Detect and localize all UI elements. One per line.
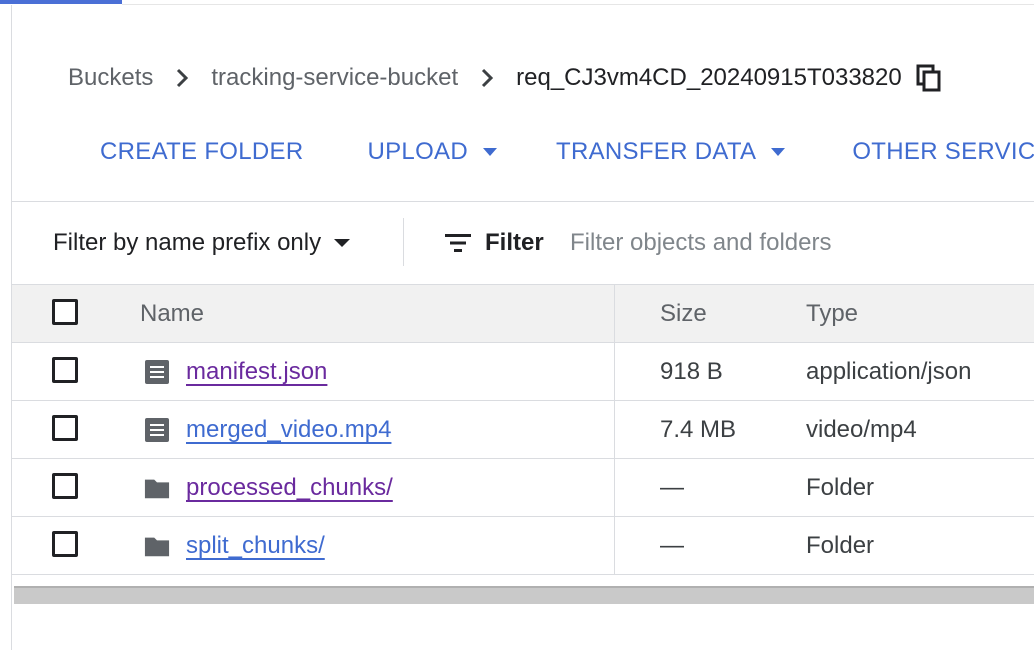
filter-mode-dropdown[interactable]: Filter by name prefix only (53, 224, 351, 262)
file-icon (144, 359, 170, 385)
row-checkbox[interactable] (52, 473, 78, 499)
column-separator (614, 284, 615, 574)
object-link[interactable]: processed_chunks/ (186, 459, 393, 516)
object-type: application/json (806, 357, 972, 385)
object-size: 7.4 MB (660, 415, 737, 443)
column-header-type[interactable]: Type (806, 285, 858, 342)
top-divider (122, 4, 1034, 5)
folder-icon (144, 475, 170, 501)
table-row: split_chunks/ — Folder (12, 517, 1034, 575)
object-size: — (660, 473, 684, 501)
table-row: manifest.json 918 B application/json (12, 343, 1034, 401)
object-size: — (660, 531, 684, 559)
breadcrumb-item-buckets[interactable]: Buckets (68, 64, 153, 92)
filter-list-icon (445, 234, 471, 252)
object-type: video/mp4 (806, 415, 917, 443)
object-link[interactable]: manifest.json (186, 343, 327, 400)
create-folder-button[interactable]: CREATE FOLDER (100, 138, 303, 166)
breadcrumb-item-bucket[interactable]: tracking-service-bucket (211, 64, 458, 92)
filter-objects-input[interactable] (570, 222, 1010, 264)
other-services-button[interactable]: OTHER SERVIC (852, 138, 1034, 166)
objects-table: Name Size Type manifest.json 918 B appli… (12, 284, 1034, 575)
filter-label: Filter (485, 229, 544, 256)
copy-icon[interactable] (916, 64, 942, 92)
other-services-label: OTHER SERVIC (852, 138, 1034, 165)
create-folder-label: CREATE FOLDER (100, 138, 304, 165)
object-size: 918 B (660, 357, 723, 385)
object-type: Folder (806, 531, 875, 559)
upload-button[interactable]: UPLOAD (367, 138, 498, 166)
filter-mode-label: Filter by name prefix only (53, 229, 322, 256)
transfer-data-label: TRANSFER DATA (555, 138, 757, 165)
transfer-data-button[interactable]: TRANSFER DATA (556, 138, 786, 166)
horizontal-scrollbar[interactable] (14, 586, 1034, 604)
filter-button[interactable]: Filter (445, 224, 544, 262)
object-link[interactable]: split_chunks/ (186, 517, 325, 574)
table-row: processed_chunks/ — Folder (12, 459, 1034, 517)
object-type: Folder (806, 473, 875, 501)
folder-icon (144, 533, 170, 559)
breadcrumb-current-folder: req_CJ3vm4CD_20240915T033820 (516, 64, 902, 91)
action-toolbar: CREATE FOLDER UPLOAD TRANSFER DATA OTHER… (100, 131, 1034, 173)
column-header-size[interactable]: Size (660, 285, 707, 342)
upload-label: UPLOAD (367, 138, 468, 165)
breadcrumb: Buckets tracking-service-bucket req_CJ3v… (68, 58, 942, 98)
caret-down-icon (770, 147, 786, 157)
top-accent-bar (0, 0, 122, 4)
file-icon (144, 417, 170, 443)
chevron-right-icon (480, 67, 494, 89)
column-header-name[interactable]: Name (140, 285, 204, 342)
caret-down-icon (333, 238, 351, 248)
row-checkbox[interactable] (52, 415, 78, 441)
filter-bar: Filter by name prefix only Filter (12, 202, 1034, 284)
chevron-right-icon (175, 67, 189, 89)
select-all-checkbox[interactable] (52, 299, 78, 325)
row-checkbox[interactable] (52, 531, 78, 557)
table-header: Name Size Type (12, 284, 1034, 343)
caret-down-icon (482, 147, 498, 157)
table-row: merged_video.mp4 7.4 MB video/mp4 (12, 401, 1034, 459)
object-link[interactable]: merged_video.mp4 (186, 401, 391, 458)
filter-separator (403, 218, 404, 266)
row-checkbox[interactable] (52, 357, 78, 383)
